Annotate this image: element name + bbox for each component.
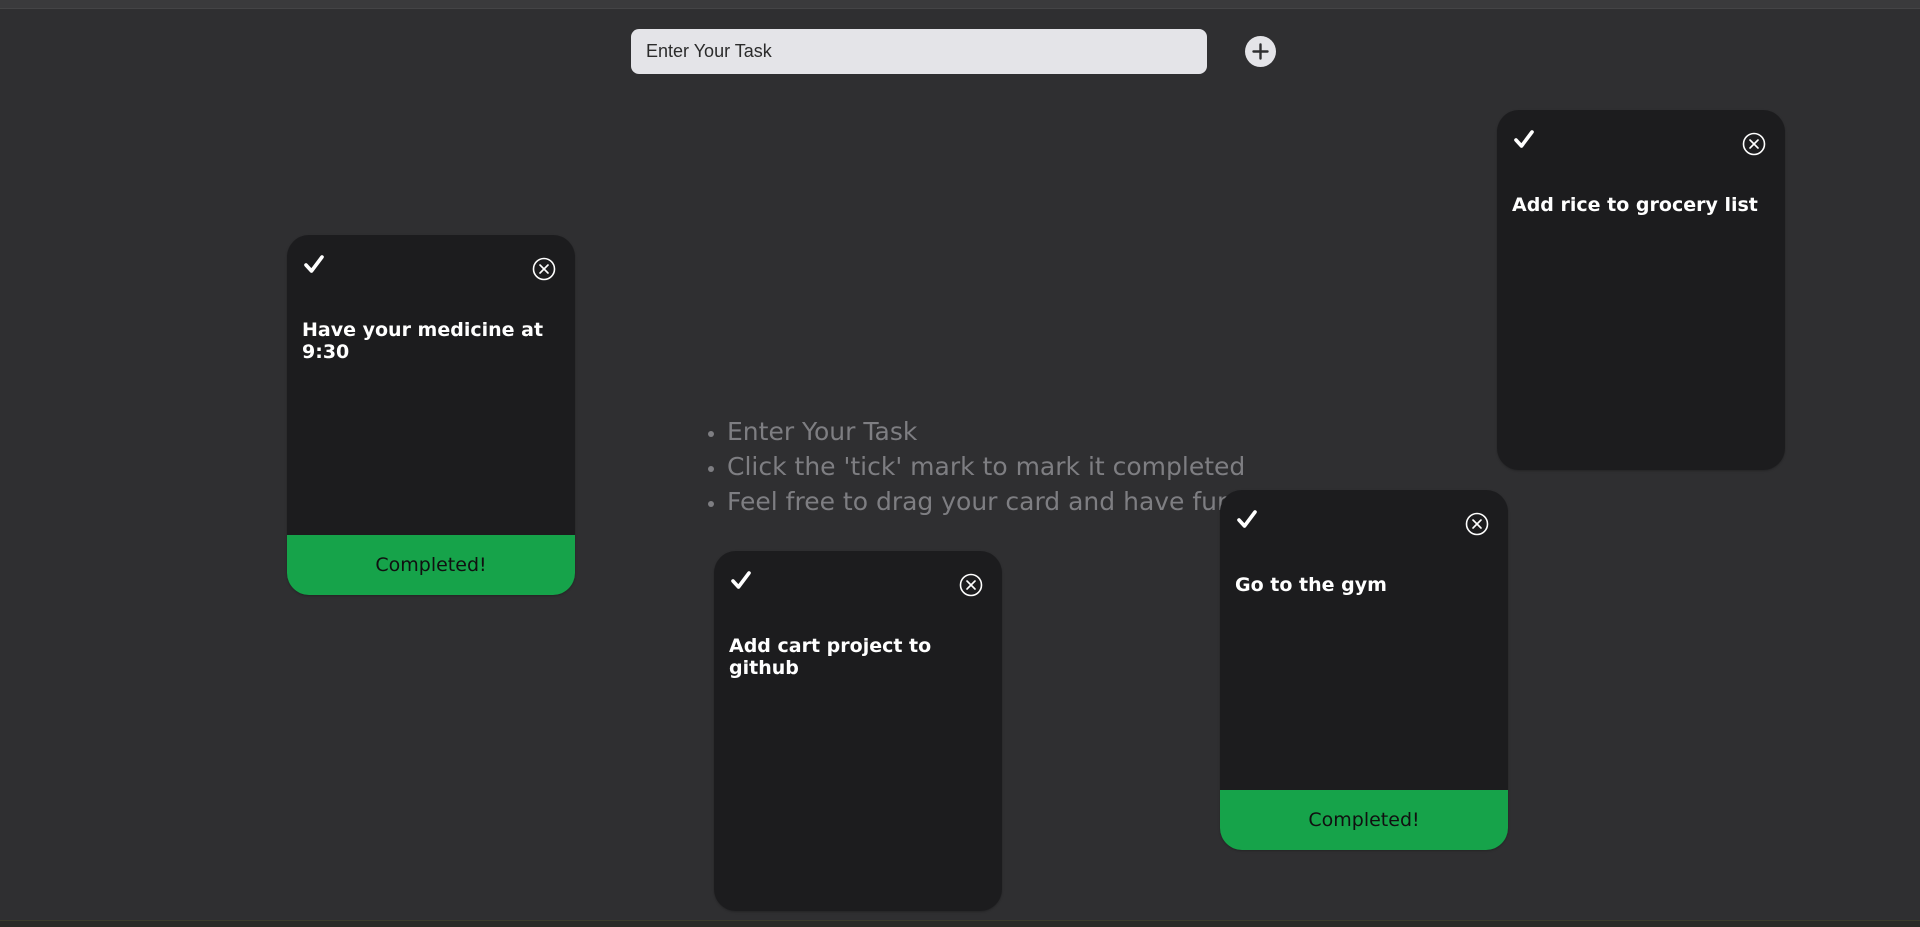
delete-card-button[interactable]: [532, 257, 556, 281]
task-card[interactable]: Have your medicine at 9:30 Completed!: [287, 235, 575, 595]
complete-toggle-button[interactable]: [730, 569, 752, 591]
browser-top-strip: [0, 0, 1920, 9]
delete-card-button[interactable]: [1465, 512, 1489, 536]
check-icon: [1514, 130, 1534, 148]
complete-toggle-button[interactable]: [1513, 128, 1535, 150]
task-card[interactable]: Add cart project to github: [714, 551, 1002, 911]
task-input[interactable]: [631, 29, 1207, 74]
check-icon: [304, 255, 324, 273]
close-circle-icon: [1465, 512, 1489, 536]
complete-toggle-button[interactable]: [303, 253, 325, 275]
task-text: Go to the gym: [1235, 574, 1387, 596]
complete-toggle-button[interactable]: [1236, 508, 1258, 530]
instruction-item: Feel free to drag your card and have fun: [727, 484, 1245, 519]
task-card[interactable]: Go to the gym Completed!: [1220, 490, 1508, 850]
task-card[interactable]: Add rice to grocery list: [1497, 110, 1785, 470]
delete-card-button[interactable]: [1742, 132, 1766, 156]
instruction-item: Click the 'tick' mark to mark it complet…: [727, 449, 1245, 484]
check-icon: [731, 571, 751, 589]
check-icon: [1237, 510, 1257, 528]
close-circle-icon: [532, 257, 556, 281]
add-task-button[interactable]: [1245, 36, 1276, 67]
task-text: Add cart project to github: [729, 635, 932, 679]
instruction-item: Enter Your Task: [727, 414, 1245, 449]
task-text: Add rice to grocery list: [1512, 194, 1758, 216]
completed-banner: Completed!: [1220, 790, 1508, 850]
task-text: Have your medicine at 9:30: [302, 319, 544, 363]
delete-card-button[interactable]: [959, 573, 983, 597]
close-circle-icon: [959, 573, 983, 597]
completed-banner: Completed!: [287, 535, 575, 595]
close-circle-icon: [1742, 132, 1766, 156]
instructions-list: Enter Your Task Click the 'tick' mark to…: [700, 414, 1245, 519]
plus-circle-icon: [1245, 36, 1276, 67]
